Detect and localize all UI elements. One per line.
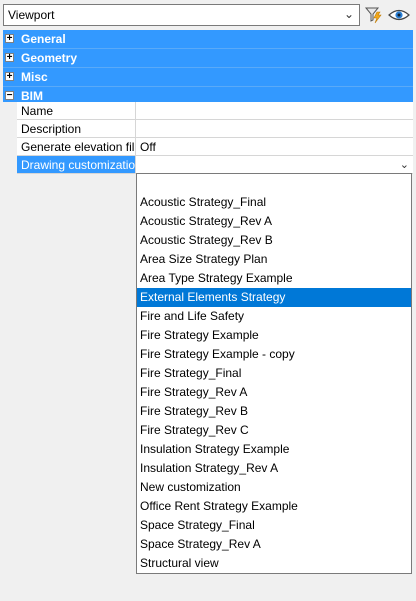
dropdown-option[interactable]: Space Strategy_Rev A bbox=[137, 535, 411, 554]
chevron-down-icon[interactable]: ⌄ bbox=[400, 158, 409, 171]
dropdown-option[interactable]: Acoustic Strategy_Final bbox=[137, 193, 411, 212]
property-name: Drawing customization bbox=[17, 156, 136, 174]
property-row-description[interactable]: Description bbox=[3, 120, 413, 138]
property-row-name[interactable]: Name bbox=[3, 102, 413, 120]
expand-icon[interactable]: + bbox=[5, 33, 14, 44]
dropdown-option[interactable]: Space Strategy_Final bbox=[137, 516, 411, 535]
dropdown-option[interactable]: Fire Strategy Example - copy bbox=[137, 345, 411, 364]
collapse-icon[interactable]: − bbox=[5, 90, 14, 101]
entity-type-value: Viewport bbox=[8, 8, 55, 22]
dropdown-option[interactable]: Office Rent Strategy Example bbox=[137, 497, 411, 516]
dropdown-option[interactable]: Fire Strategy Example bbox=[137, 326, 411, 345]
category-label: Geometry bbox=[21, 51, 78, 65]
property-value[interactable] bbox=[136, 120, 413, 138]
entity-type-select[interactable]: Viewport ⌄ bbox=[3, 4, 360, 26]
property-name: Generate elevation fill bbox=[17, 138, 136, 156]
dropdown-option[interactable]: Fire Strategy_Rev A bbox=[137, 383, 411, 402]
dropdown-option[interactable]: New customization bbox=[137, 478, 411, 497]
category-label: BIM bbox=[21, 89, 43, 103]
dropdown-option[interactable]: External Elements Strategy bbox=[137, 288, 411, 307]
filter-lightning-icon[interactable] bbox=[364, 5, 384, 25]
property-row-generate-elevation-fill[interactable]: Generate elevation fill Off bbox=[3, 138, 413, 156]
category-misc[interactable]: + Misc bbox=[3, 68, 413, 87]
bim-properties: Name Description Generate elevation fill… bbox=[3, 102, 413, 174]
dropdown-option[interactable]: Fire Strategy_Rev B bbox=[137, 402, 411, 421]
category-label: General bbox=[21, 32, 66, 46]
property-grid: + General + Geometry + Misc − BIM bbox=[3, 30, 413, 106]
expand-icon[interactable]: + bbox=[5, 52, 14, 63]
dropdown-option[interactable]: Fire Strategy_Final bbox=[137, 364, 411, 383]
expand-icon[interactable]: + bbox=[5, 71, 14, 82]
dropdown-option[interactable]: Acoustic Strategy_Rev B bbox=[137, 231, 411, 250]
property-name: Description bbox=[17, 120, 136, 138]
dropdown-option[interactable]: Fire Strategy_Rev C bbox=[137, 421, 411, 440]
dropdown-option[interactable]: Area Type Strategy Example bbox=[137, 269, 411, 288]
dropdown-option[interactable]: Acoustic Strategy_Rev A bbox=[137, 212, 411, 231]
dropdown-option[interactable] bbox=[137, 174, 411, 193]
property-row-drawing-customization[interactable]: Drawing customization ⌄ bbox=[3, 156, 413, 174]
drawing-customization-dropdown[interactable]: Acoustic Strategy_Final Acoustic Strategy… bbox=[136, 173, 412, 574]
chevron-down-icon: ⌄ bbox=[343, 7, 354, 21]
dropdown-option[interactable]: Insulation Strategy_Rev A bbox=[137, 459, 411, 478]
dropdown-option[interactable]: Fire and Life Safety bbox=[137, 307, 411, 326]
eye-icon[interactable] bbox=[388, 6, 410, 24]
property-value-select[interactable]: ⌄ bbox=[136, 156, 413, 174]
property-name: Name bbox=[17, 102, 136, 120]
dropdown-option[interactable]: Area Size Strategy Plan bbox=[137, 250, 411, 269]
category-geometry[interactable]: + Geometry bbox=[3, 49, 413, 68]
property-value[interactable]: Off bbox=[136, 138, 413, 156]
category-general[interactable]: + General bbox=[3, 30, 413, 49]
toolbar: Viewport ⌄ bbox=[0, 0, 416, 30]
property-value[interactable] bbox=[136, 102, 413, 120]
category-label: Misc bbox=[21, 70, 48, 84]
dropdown-option[interactable]: Structural view bbox=[137, 554, 411, 573]
dropdown-option[interactable]: Insulation Strategy Example bbox=[137, 440, 411, 459]
